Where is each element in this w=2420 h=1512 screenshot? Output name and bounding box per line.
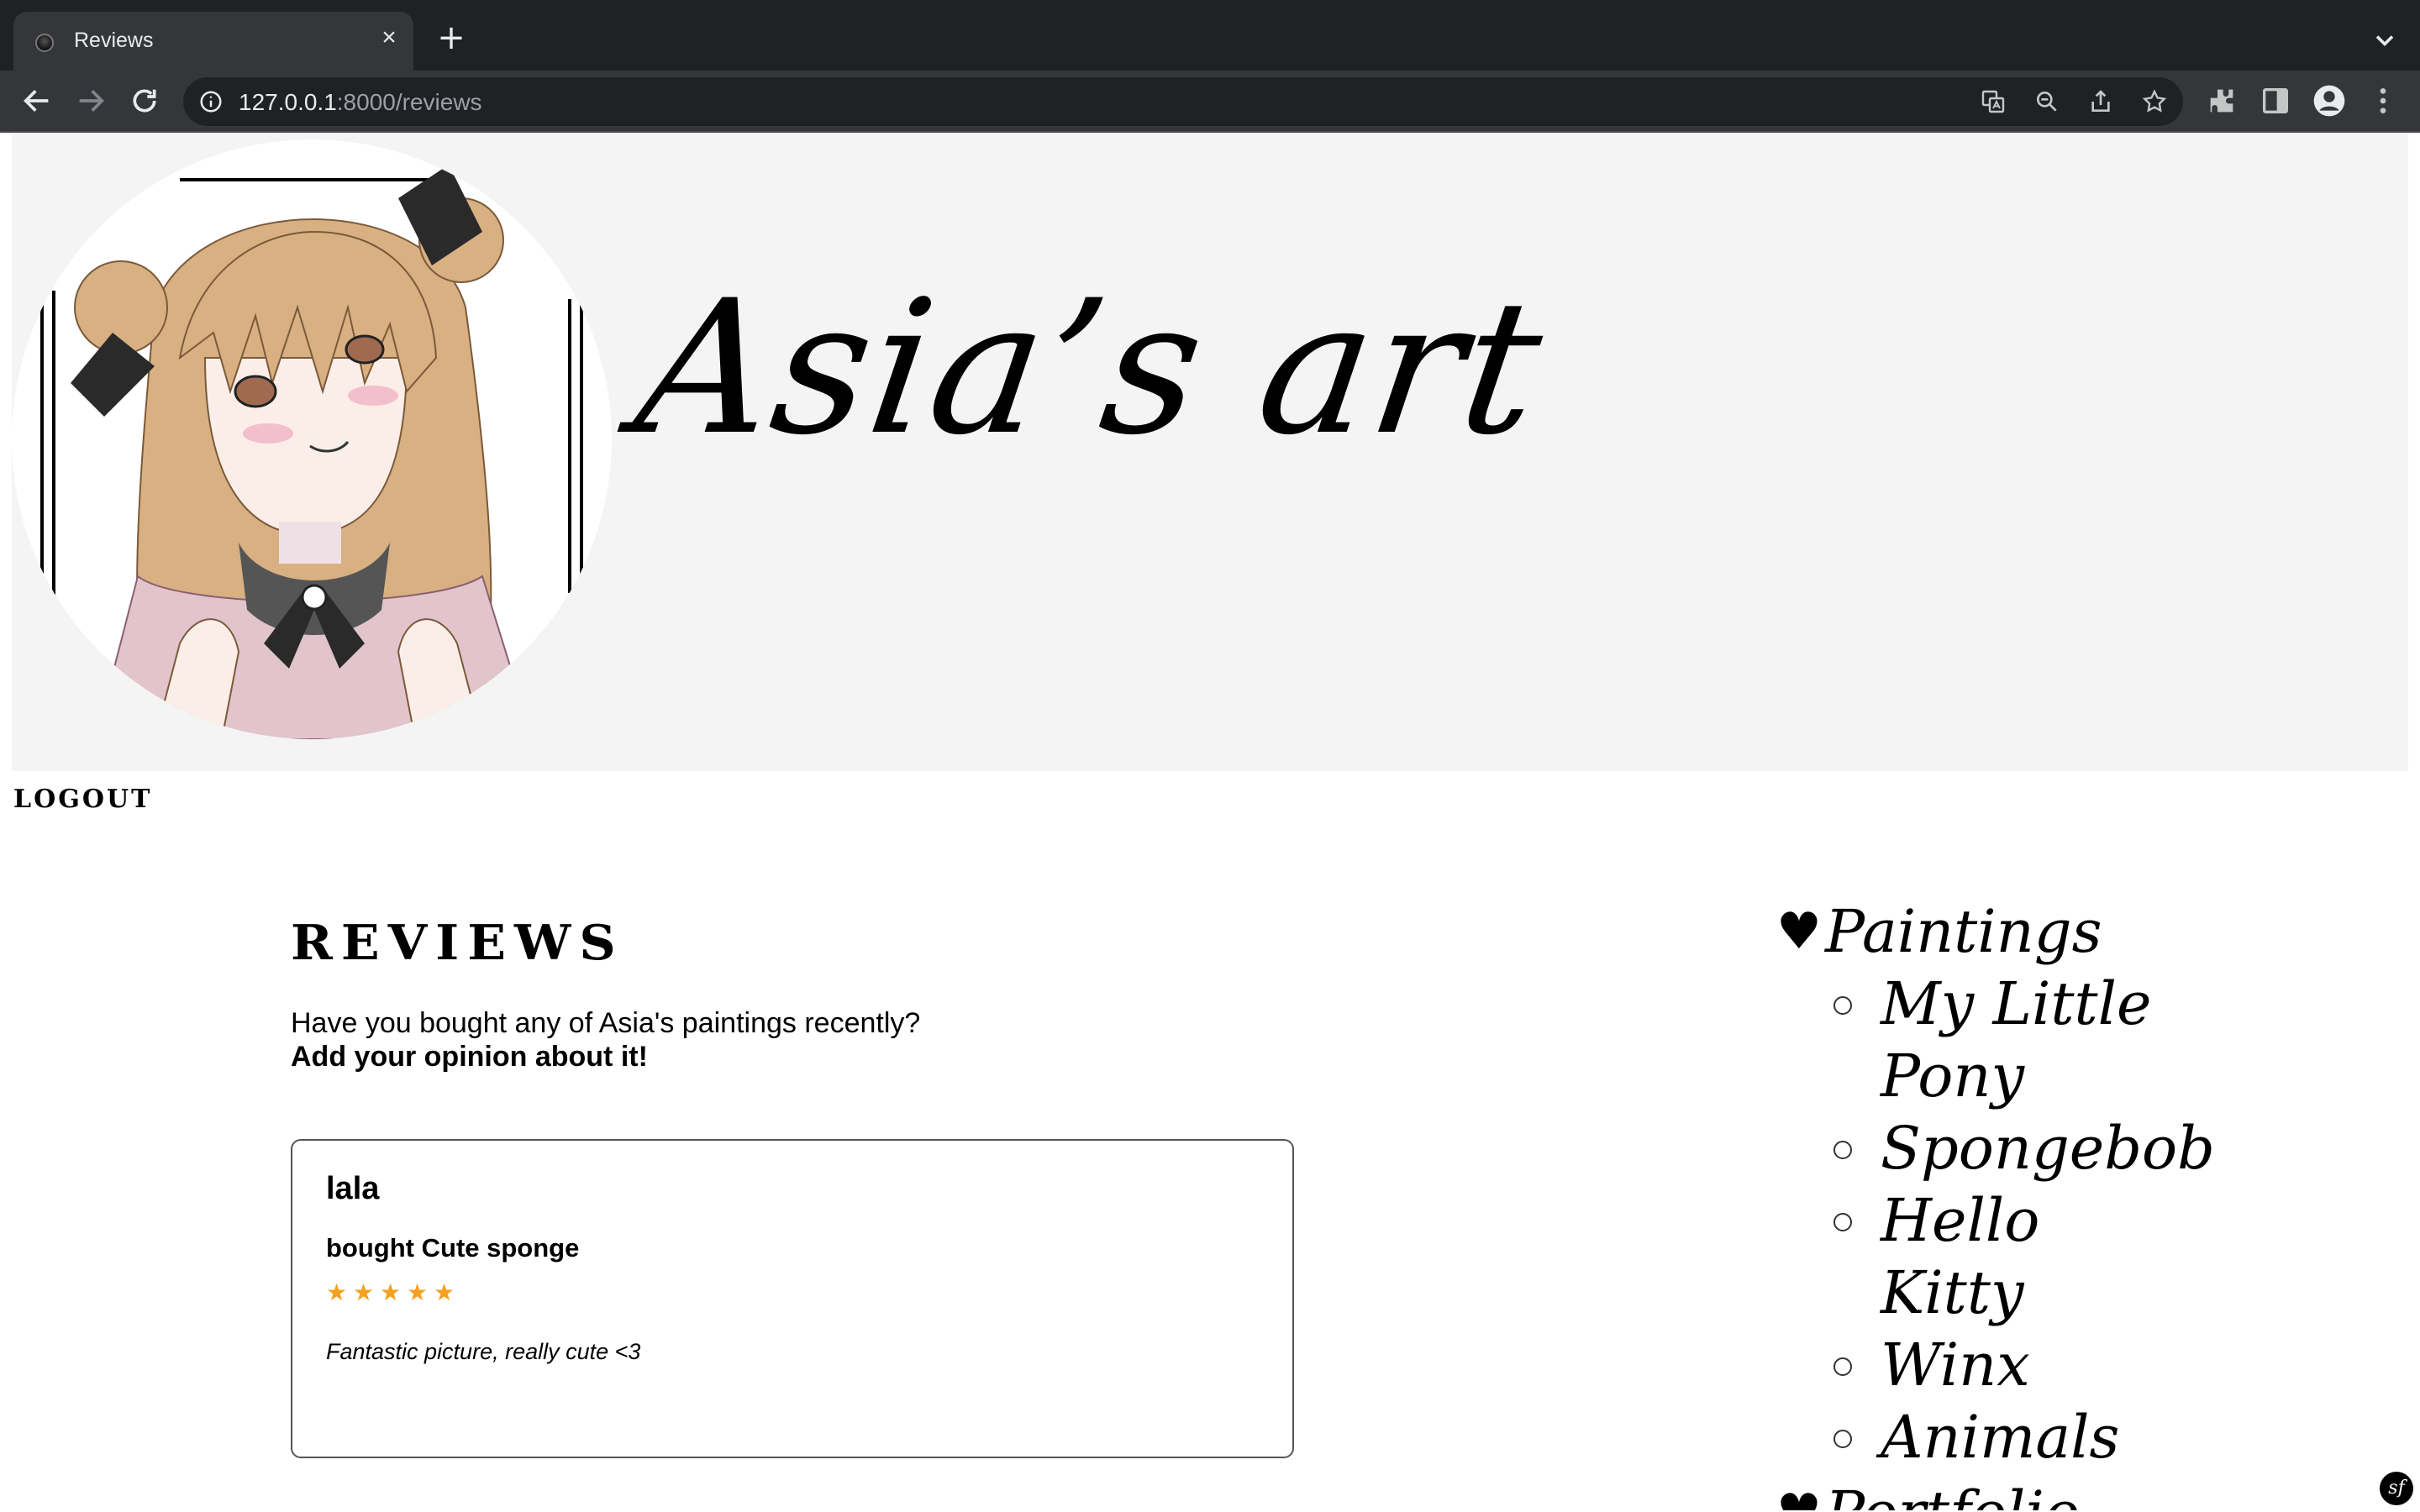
review-author: lala [326,1171,380,1206]
category-label: Paintings [1825,897,2102,966]
star-icon: ★ [326,1278,348,1306]
circle-bullet-icon [1833,1141,1852,1159]
sidebar-item-hello-kitty[interactable]: Hello Kitty [1833,1184,2099,1329]
site-title: Asia’s art [625,260,1555,475]
star-icon: ★ [434,1278,455,1306]
circle-bullet-icon [1833,1213,1852,1231]
browser-toolbar: 127.0.0.1:8000/reviews [0,71,2420,133]
new-tab-icon[interactable]: + [437,21,466,55]
sidebar-category-portfolio[interactable]: ♥ Portfolio [1776,1477,2365,1510]
zoom-out-icon[interactable] [2033,88,2060,115]
sidebar-item-label: Winx [1881,1331,2030,1399]
circle-bullet-icon [1833,996,1852,1015]
sidebar-item-my-little-pony[interactable]: My Little Pony [1833,968,2233,1112]
sidebar-item-label: My Little Pony [1881,969,2152,1110]
chevron-down-icon[interactable] [2370,25,2400,55]
forward-icon[interactable] [74,84,108,118]
url-text: 127.0.0.1:8000/reviews [239,89,482,116]
artist-avatar-illustration [12,139,612,739]
logout-link[interactable]: LOGOUT [13,785,152,814]
sidebar-item-label: Hello Kitty [1881,1186,2040,1327]
review-card: lala bought Cute sponge ★ ★ ★ ★ ★ Fantas… [291,1139,1294,1458]
reviews-section: REVIEWS Have you bought any of Asia's pa… [291,914,1299,1458]
review-rating: ★ ★ ★ ★ ★ [326,1278,455,1306]
profile-avatar-icon[interactable] [2312,84,2346,118]
info-icon[interactable] [198,89,224,114]
reviews-intro: Have you bought any of Asia's paintings … [291,1006,1299,1074]
category-label: Portfolio [1825,1478,2080,1510]
add-opinion-prompt: Add your opinion about it! [291,1041,648,1073]
browser-tab[interactable]: Reviews × [13,12,413,71]
bookmark-star-icon[interactable] [2141,88,2168,115]
sidebar-item-animals[interactable]: Animals [1833,1401,2233,1473]
address-bar[interactable]: 127.0.0.1:8000/reviews [183,77,2183,126]
intro-question: Have you bought any of Asia's paintings … [291,1007,921,1039]
star-icon: ★ [407,1278,429,1306]
web-page: Asia’s art LOGOUT REVIEWS Have you bough… [0,133,2420,1512]
anime-girl-illustration [40,165,583,739]
close-tab-icon[interactable]: × [376,25,402,50]
extensions-icon[interactable] [2205,84,2238,118]
url-path: :8000/reviews [336,89,482,115]
review-comment: Fantastic picture, really cute <3 [326,1339,641,1364]
category-sidebar: ♥ Paintings My Little Pony Spongebob Hel… [1776,895,2365,1510]
site-header: Asia’s art [12,133,2408,771]
favicon-icon [35,34,54,52]
side-panel-icon[interactable] [2259,84,2292,118]
back-icon[interactable] [20,84,54,118]
heart-bullet-icon: ♥ [1776,1477,1822,1510]
sidebar-item-winx[interactable]: Winx [1833,1329,2233,1401]
review-product: bought Cute sponge [326,1233,580,1263]
browser-tab-strip: Reviews × + [0,0,2420,71]
sidebar-item-spongebob[interactable]: Spongebob [1833,1112,2233,1184]
symfony-toolbar-icon[interactable]: sf [2380,1472,2413,1505]
sidebar-item-label: Animals [1881,1403,2120,1472]
sidebar-item-label: Spongebob [1881,1114,2215,1183]
tab-title: Reviews [74,29,154,52]
reload-icon[interactable] [128,84,161,118]
share-icon[interactable] [2087,88,2114,115]
circle-bullet-icon [1833,1357,1852,1376]
more-menu-icon[interactable] [2366,84,2400,118]
circle-bullet-icon [1833,1430,1852,1448]
star-icon: ★ [380,1278,402,1306]
heart-bullet-icon: ♥ [1776,902,1822,961]
url-host: 127.0.0.1 [239,89,337,115]
translate-icon[interactable] [1980,88,2007,115]
sidebar-category-paintings[interactable]: ♥ Paintings [1776,895,2365,968]
page-title: REVIEWS [291,915,624,972]
star-icon: ★ [353,1278,375,1306]
